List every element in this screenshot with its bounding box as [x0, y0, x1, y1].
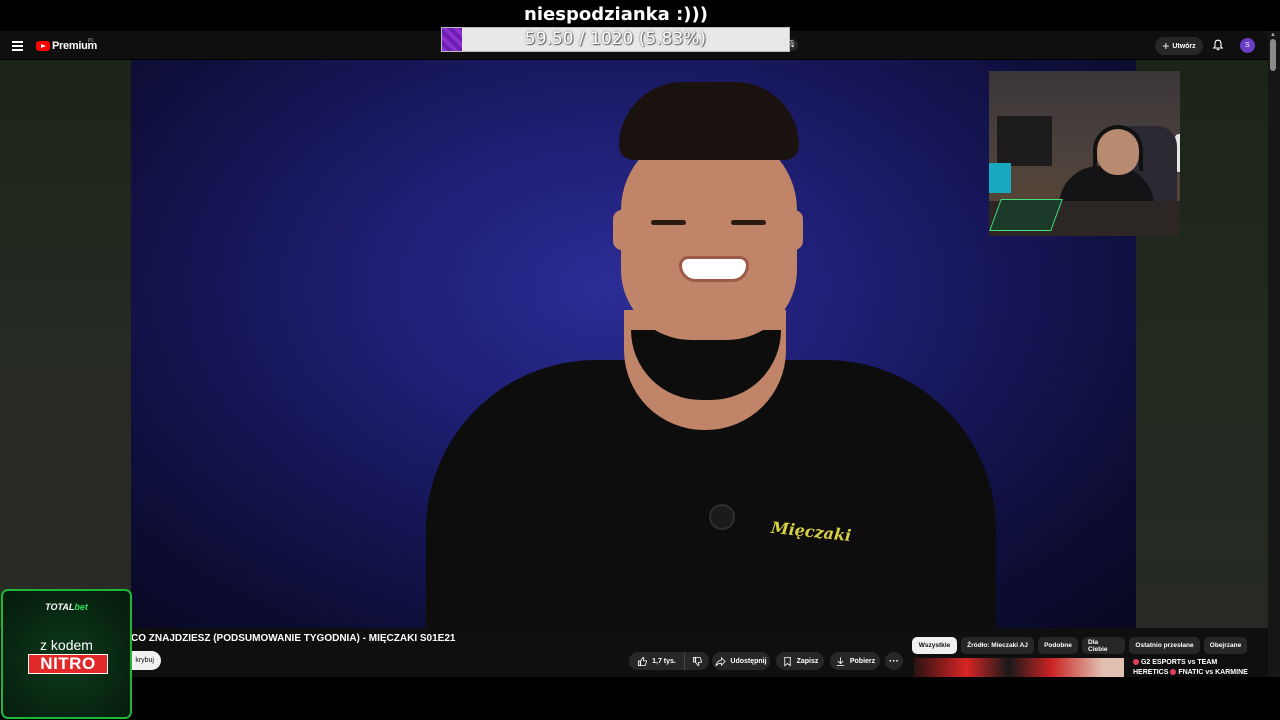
share-button[interactable]: Udostępnij [712, 652, 770, 670]
goal-title: niespodzianka :))) [524, 4, 708, 25]
menu-icon[interactable] [12, 41, 23, 53]
like-icon [638, 656, 648, 666]
presenter-brow [651, 220, 686, 225]
youtube-logo-icon[interactable] [36, 41, 50, 51]
chip-similar[interactable]: Podobne [1038, 637, 1078, 654]
presenter-hair [619, 82, 799, 160]
download-icon [836, 656, 845, 666]
sponsor-text: z kodem [40, 637, 93, 653]
region-label: PL [88, 38, 95, 44]
bottom-strip [0, 677, 1280, 720]
download-label: Pobierz [849, 657, 876, 665]
chip-watched[interactable]: Obejrzane [1204, 637, 1247, 654]
bell-icon[interactable] [1212, 39, 1224, 51]
save-button[interactable]: Zapisz [776, 652, 824, 670]
scrollbar-thumb[interactable] [1270, 39, 1276, 71]
video-title: CO ZNAJDZIESZ (PODSUMOWANIE TYGODNIA) - … [131, 633, 456, 644]
page-scrollbar[interactable]: ▲ [1268, 31, 1280, 677]
like-count: 1,7 tys. [652, 657, 676, 665]
ambient-left [0, 60, 131, 628]
download-button[interactable]: Pobierz [830, 652, 880, 670]
create-label: Utwórz [1172, 42, 1196, 50]
create-button[interactable]: + Utwórz [1155, 37, 1203, 55]
sponsor-banner: TOTALbet z kodem NITRO [1, 589, 132, 719]
red-dot-icon [1133, 659, 1139, 665]
plus-icon: + [1162, 39, 1170, 53]
save-icon [783, 656, 791, 666]
presenter-face [621, 130, 797, 340]
presenter-brow [731, 220, 766, 225]
sponsor-logo: TOTALbet [45, 602, 88, 612]
share-label: Udostępnij [730, 657, 767, 665]
chip-recent[interactable]: Ostatnio przesłane [1129, 637, 1200, 654]
more-actions-button[interactable]: ··· [885, 652, 903, 670]
red-dot-icon [1170, 669, 1177, 675]
chip-all[interactable]: Wszystkie [912, 637, 957, 654]
webcam-monitor [997, 116, 1052, 166]
chip-for-you[interactable]: Dla Ciebie [1082, 637, 1125, 654]
video-player[interactable]: Mięczaki [131, 60, 1136, 628]
share-icon [715, 656, 727, 666]
scroll-up-icon[interactable]: ▲ [1270, 32, 1276, 38]
save-label: Zapisz [796, 657, 819, 665]
goal-progress-text: 59.50 / 1020 (5.83%) [524, 29, 707, 49]
dislike-icon [692, 656, 702, 666]
sponsor-code: NITRO [28, 654, 108, 674]
presenter-mouth [679, 256, 749, 282]
webcam-headset [1093, 125, 1143, 171]
recommendation-title[interactable]: G2 ESPORTS vs TEAM HERETICS FNATIC vs KA… [1133, 658, 1268, 677]
streamer-webcam [989, 71, 1180, 236]
lapel-mic [709, 504, 735, 530]
chip-source[interactable]: Źródło: Mieczaki AJ [961, 637, 1034, 654]
webcam-keyboard [989, 199, 1063, 231]
webcam-light [989, 163, 1011, 193]
recommendation-thumbnail[interactable] [914, 658, 1124, 677]
goal-progress-bar: 59.50 / 1020 (5.83%) [441, 27, 790, 52]
dislike-button[interactable] [684, 652, 709, 670]
avatar[interactable]: S [1240, 38, 1255, 53]
like-button[interactable]: 1,7 tys. [629, 652, 684, 670]
